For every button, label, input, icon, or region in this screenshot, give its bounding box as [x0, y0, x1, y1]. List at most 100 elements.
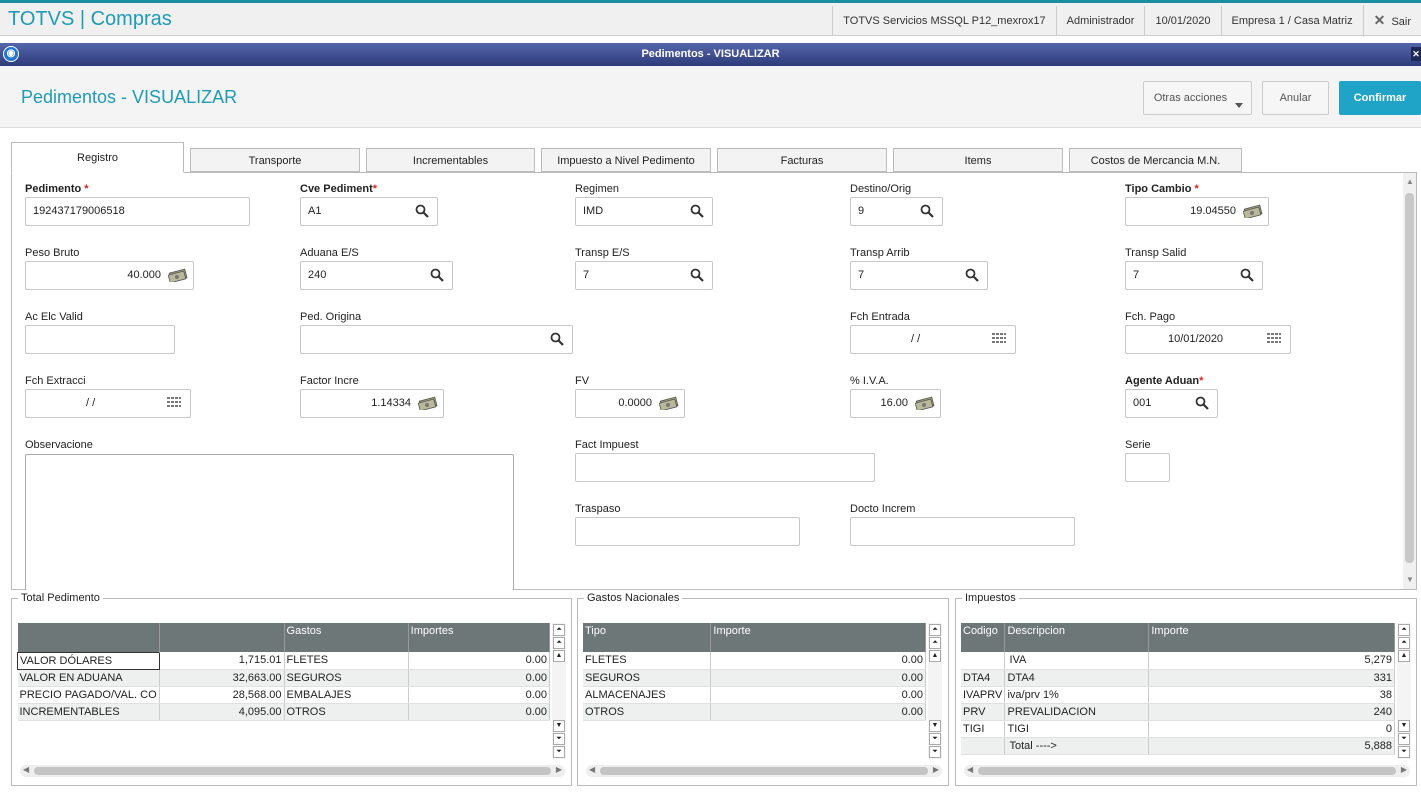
scroll-down-icon[interactable]: ▼ [929, 720, 941, 732]
table-cell[interactable]: FLETES [583, 652, 712, 670]
scroll-up-icon[interactable]: ▲ [1398, 650, 1410, 662]
scroll-up-icon[interactable]: ▲ [929, 650, 941, 662]
scroll-thumb[interactable] [978, 767, 1396, 775]
table-row[interactable]: INCREMENTABLES 4,095.00 OTROS 0.00 [17, 703, 551, 721]
table-cell[interactable]: TIGI [961, 720, 1006, 738]
table-cell[interactable]: IVA [1004, 652, 1150, 670]
table-cell[interactable]: PRV [961, 703, 1006, 721]
table-row[interactable]: ALMACENAJES 0.00 [583, 686, 926, 704]
gastos-nacionales-grid[interactable]: Tipo Importe FLETES 0.00 SEGUROS 0.00 ALMA… [583, 623, 926, 721]
tab-incrementables[interactable]: Incrementables [366, 148, 535, 172]
scroll-page-up-icon[interactable]: ⏶ [553, 637, 565, 649]
pedimento-field[interactable]: 192437179006518 [25, 197, 250, 226]
table-cell[interactable]: VALOR EN ADUANA [17, 669, 160, 687]
scroll-down-icon[interactable]: ▼ [1406, 575, 1414, 584]
table-cell[interactable]: DTA4 [961, 669, 1006, 687]
tab-costos-mercancia[interactable]: Costos de Mercancia M.N. [1069, 148, 1242, 172]
table-cell[interactable]: 32,663.00 [159, 669, 285, 687]
tipo-cambio-field[interactable]: 19.04550 [1125, 197, 1269, 226]
scroll-left-icon[interactable]: ◀ [23, 765, 29, 774]
table-cell[interactable]: VALOR DÓLARES [17, 651, 160, 670]
scroll-right-icon[interactable]: ▶ [1401, 765, 1407, 774]
scroll-bottom-icon[interactable]: ⏷ [1398, 746, 1410, 758]
serie-field[interactable] [1125, 453, 1170, 482]
factor-incre-field[interactable]: 1.14334 [300, 389, 444, 418]
scroll-thumb[interactable] [600, 767, 928, 775]
money-icon[interactable] [915, 396, 935, 410]
scroll-left-icon[interactable]: ◀ [967, 765, 973, 774]
scroll-page-down-icon[interactable]: ⏷ [1398, 733, 1410, 745]
form-vertical-scrollbar[interactable]: ▲ ▼ [1403, 173, 1416, 589]
tab-registro[interactable]: Registro [11, 142, 184, 173]
scroll-down-icon[interactable]: ▼ [553, 720, 565, 732]
column-header[interactable]: Gastos [284, 623, 409, 652]
table-cell[interactable]: SEGUROS [583, 669, 712, 687]
column-header[interactable]: Importe [710, 623, 926, 652]
table-row[interactable]: SEGUROS 0.00 [583, 669, 926, 687]
scroll-up-icon[interactable]: ▲ [553, 650, 565, 662]
traspaso-field[interactable] [575, 517, 800, 546]
table-cell[interactable] [961, 737, 1006, 755]
table-cell[interactable]: IVAPRV [961, 686, 1006, 704]
table-cell[interactable]: iva/prv 1% [1004, 686, 1150, 704]
column-header[interactable]: Codigo [961, 623, 1006, 652]
scroll-right-icon[interactable]: ▶ [556, 765, 562, 774]
total-pedimento-grid[interactable]: Gastos Importes VALOR DÓLARES 1,715.01 FLE… [17, 623, 551, 721]
table-row[interactable]: PRECIO PAGADO/VAL. CO 28,568.00 EMBALAJES 0… [17, 686, 551, 704]
calendar-icon[interactable] [166, 396, 182, 410]
table-row[interactable]: DTA4 DTA4 331 [961, 669, 1395, 687]
search-icon[interactable] [690, 204, 704, 218]
table-cell[interactable]: ALMACENAJES [583, 686, 712, 704]
table-row[interactable]: IVAPRV iva/prv 1% 38 [961, 686, 1395, 704]
table-row[interactable]: IVA 5,279 [961, 652, 1395, 670]
ped-origina-field[interactable] [300, 325, 573, 354]
search-icon[interactable] [415, 204, 429, 218]
table-cell[interactable]: EMBALAJES [284, 686, 409, 704]
table-cell[interactable]: 0.00 [710, 703, 926, 721]
agente-aduan-field[interactable]: 001 [1125, 389, 1218, 418]
table-cell[interactable]: 1,715.01 [159, 652, 285, 670]
calendar-icon[interactable] [991, 332, 1007, 346]
search-icon[interactable] [1195, 396, 1209, 410]
ac-elc-valid-field[interactable] [25, 325, 175, 354]
window-close-icon[interactable]: ✕ [1411, 47, 1421, 61]
fch-pago-field[interactable]: 10/01/2020 [1125, 325, 1291, 354]
table-row[interactable]: VALOR DÓLARES 1,715.01 FLETES 0.00 [17, 651, 551, 670]
table-row[interactable]: VALOR EN ADUANA 32,663.00 SEGUROS 0.00 [17, 669, 551, 687]
table-cell[interactable]: 0.00 [408, 652, 551, 670]
tab-items[interactable]: Items [893, 148, 1063, 172]
search-icon[interactable] [550, 332, 564, 346]
regimen-field[interactable]: IMD [575, 197, 713, 226]
grid-horizontal-scrollbar[interactable]: ◀ ▶ [20, 765, 565, 777]
table-row[interactable]: PRV PREVALIDACION 240 [961, 703, 1395, 721]
transp-salid-field[interactable]: 7 [1125, 261, 1263, 290]
table-cell[interactable]: FLETES [284, 652, 409, 670]
total-row[interactable]: Total ----> 5,888 [961, 737, 1395, 755]
table-cell[interactable]: 0.00 [408, 686, 551, 704]
money-icon[interactable] [1243, 204, 1263, 218]
table-cell[interactable]: DTA4 [1004, 669, 1150, 687]
table-cell[interactable]: SEGUROS [284, 669, 409, 687]
table-cell[interactable]: 331 [1148, 669, 1395, 687]
scroll-top-icon[interactable]: ⏶ [553, 624, 565, 636]
money-icon[interactable] [418, 396, 438, 410]
other-actions-button[interactable]: Otras acciones [1143, 81, 1252, 115]
search-icon[interactable] [430, 268, 444, 282]
money-icon[interactable] [168, 268, 188, 282]
grid-vertical-scrollbar[interactable]: ⏶ ⏶ ▲ ▼ ⏷ ⏷ [552, 623, 566, 759]
table-cell[interactable]: 0.00 [710, 669, 926, 687]
table-cell[interactable]: 5,888 [1148, 737, 1395, 755]
grid-vertical-scrollbar[interactable]: ⏶ ⏶ ▲ ▼ ⏷ ⏷ [1397, 623, 1411, 759]
table-cell[interactable]: 0 [1148, 720, 1395, 738]
tab-transporte[interactable]: Transporte [190, 148, 360, 172]
scroll-page-down-icon[interactable]: ⏷ [553, 733, 565, 745]
grid-horizontal-scrollbar[interactable]: ◀ ▶ [586, 765, 942, 777]
table-cell[interactable]: 5,279 [1148, 652, 1395, 670]
search-icon[interactable] [1240, 268, 1254, 282]
column-header[interactable]: Descripcion [1004, 623, 1150, 652]
column-header[interactable]: Tipo [583, 623, 712, 652]
aduana-es-field[interactable]: 240 [300, 261, 453, 290]
scroll-bottom-icon[interactable]: ⏷ [553, 746, 565, 758]
scroll-page-up-icon[interactable]: ⏶ [1398, 637, 1410, 649]
scroll-page-up-icon[interactable]: ⏶ [929, 637, 941, 649]
